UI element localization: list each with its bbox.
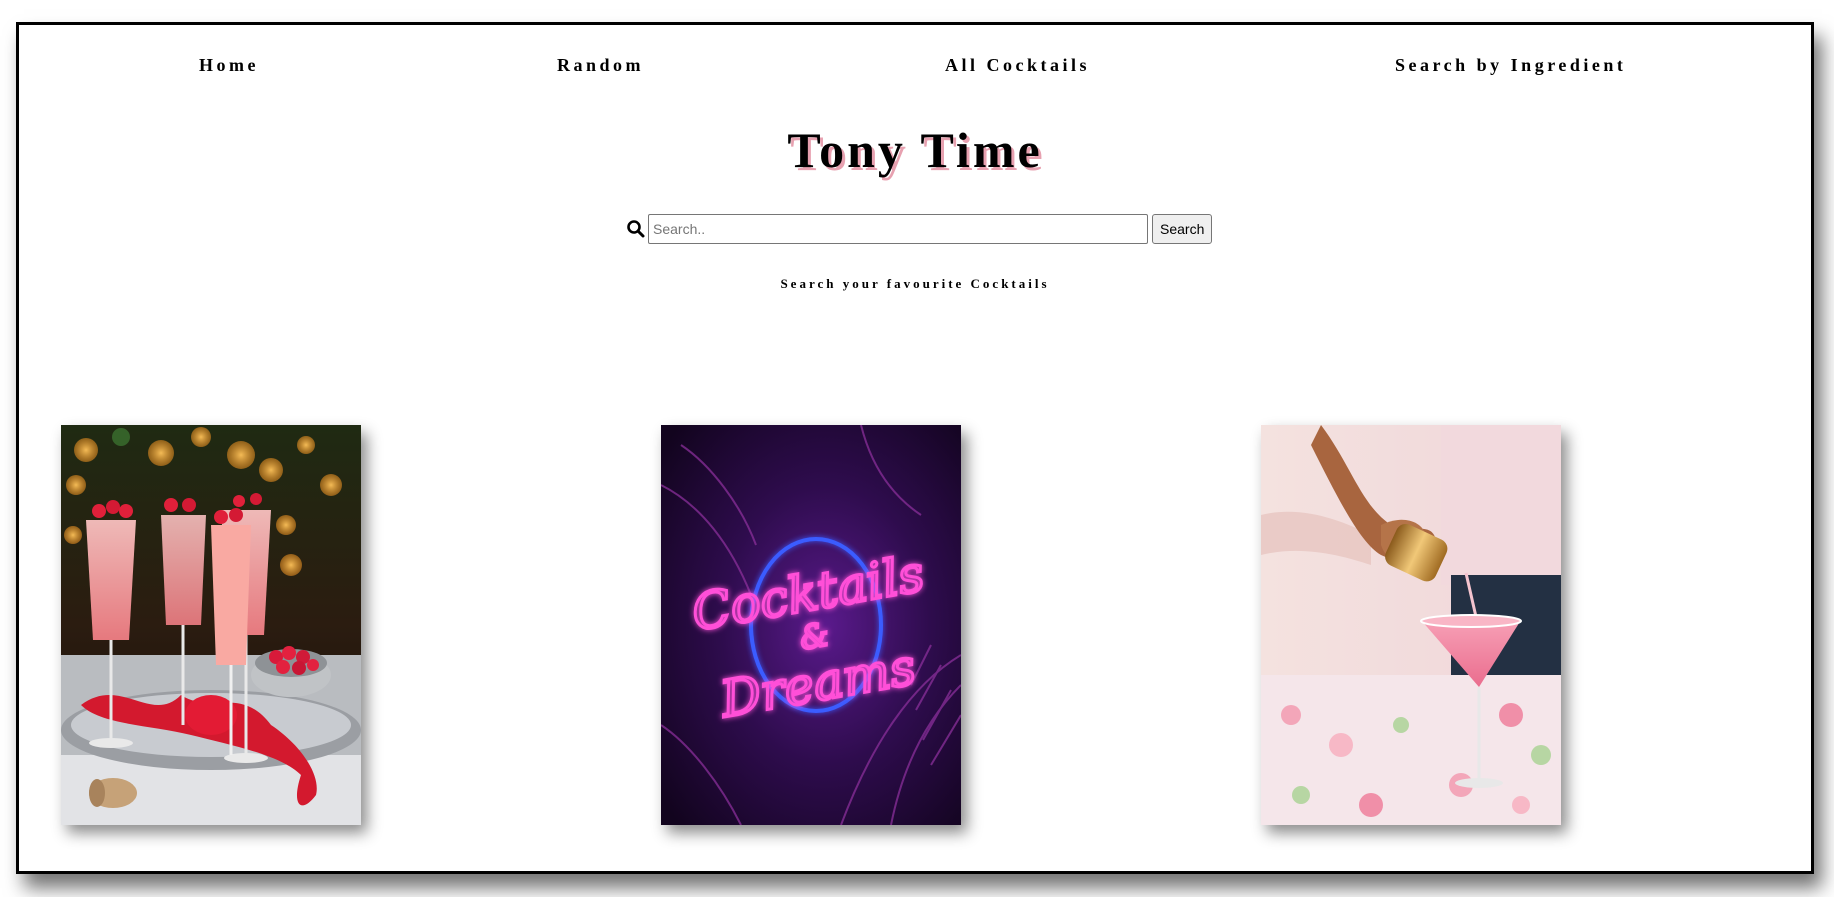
cocktail-card-neon[interactable]: Cocktails & Dreams: [661, 425, 961, 825]
search-bar: Search: [626, 213, 1213, 245]
cocktail-card-martini[interactable]: [1261, 425, 1561, 825]
search-hint: Search your favourite Cocktails: [780, 276, 1050, 291]
page-title: Tony Time: [787, 122, 1043, 178]
search-input[interactable]: [648, 214, 1148, 244]
pink-martini-image: [1261, 425, 1561, 825]
neon-sign-image: Cocktails & Dreams: [661, 425, 961, 825]
page-frame: Home Random All Cocktails Search by Ingr…: [16, 22, 1814, 874]
nav-random-link[interactable]: Random: [557, 55, 644, 76]
search-icon: [627, 220, 645, 238]
champagne-cocktails-image: [61, 425, 361, 825]
nav-all-cocktails-link[interactable]: All Cocktails: [945, 55, 1090, 76]
nav-search-by-ingredient-link[interactable]: Search by Ingredient: [1395, 55, 1626, 76]
nav-home-link[interactable]: Home: [199, 55, 259, 76]
search-button[interactable]: Search: [1152, 214, 1213, 244]
top-nav: Home Random All Cocktails Search by Ingr…: [19, 55, 1811, 85]
cocktail-card-champagne[interactable]: [61, 425, 361, 825]
